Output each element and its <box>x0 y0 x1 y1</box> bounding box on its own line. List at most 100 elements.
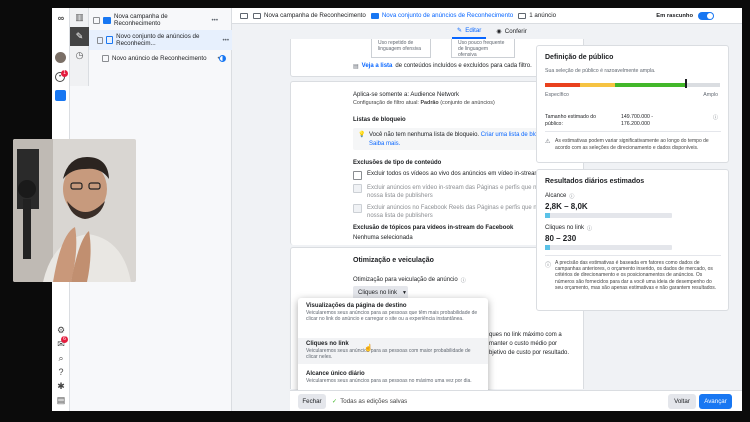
close-button[interactable]: Fechar <box>298 394 326 409</box>
select-value: Cliques no link <box>358 290 398 296</box>
checkbox[interactable] <box>97 36 104 44</box>
warning-icon: ⚠ <box>545 139 551 145</box>
tree-item-ad[interactable]: Novo anúncio de Reconhecimento ••• <box>89 48 232 68</box>
filter-option-text: Uso repetido de linguagem ofensiva <box>371 39 431 58</box>
breadcrumb: Nova campanha de Reconhecimento Nova con… <box>232 8 742 24</box>
checkbox[interactable] <box>102 54 109 62</box>
draft-status: Em rascunho <box>656 11 742 20</box>
chart-icon[interactable]: ▥ <box>70 8 89 27</box>
tab-edit[interactable]: ✎ Editar <box>452 24 487 39</box>
reach-label: Alcance <box>545 193 567 199</box>
filter-option-text: Uso pouco frequente de linguagem ofensiv… <box>451 39 515 58</box>
learn-more-link[interactable]: Saiba mais. <box>369 141 400 147</box>
info-icon[interactable]: ⓘ <box>569 193 574 200</box>
breadcrumb-label: Nova conjunto de anúncios de Reconhecime… <box>381 12 514 19</box>
bug-report-icon[interactable]: ✱ <box>55 380 67 392</box>
audience-subtitle: Sua seleção de público é razoavelmente a… <box>545 68 656 74</box>
tree-item-campaign[interactable]: Nova campanha de Reconhecimento ••• <box>89 10 232 30</box>
back-button[interactable]: Voltar <box>668 394 696 409</box>
divider <box>545 255 721 256</box>
opt-label: Otimização para veiculação de anúncio <box>353 277 458 283</box>
option-description: Veicularemos seus anúncios para as pesso… <box>306 378 472 384</box>
edit-pencil-icon[interactable]: ✎ <box>70 27 89 46</box>
search-icon[interactable]: ⌕ <box>55 352 67 364</box>
save-status-text: Todas as edições salvas <box>340 398 408 405</box>
dropdown-option[interactable]: Visualizações da página de destino Veicu… <box>298 300 488 334</box>
draft-toggle[interactable] <box>698 11 714 20</box>
adset-icon <box>106 36 114 44</box>
gauge-segment <box>615 83 685 87</box>
info-icon: ⓘ <box>545 263 552 269</box>
checkbox-disabled <box>353 184 362 193</box>
status-half-icon <box>219 54 226 62</box>
exclusions-title: Exclusões de tipo de conteúdo <box>353 160 442 166</box>
presenter-video <box>13 139 136 282</box>
optimization-dropdown: Visualizações da página de destino Veicu… <box>298 298 488 401</box>
info-icon[interactable]: ⓘ <box>587 225 592 232</box>
section-title: Otimização e veiculação <box>353 257 434 264</box>
lightbulb-icon: 💡 <box>358 132 366 138</box>
size-label: Tamanho estimado do público: <box>545 114 597 127</box>
opt-label-row: Otimização para veiculação de anúncio ⓘ <box>353 277 466 284</box>
adset-icon <box>370 12 379 19</box>
folder-icon <box>253 12 261 19</box>
card-title: Definição de público <box>545 54 614 61</box>
gauge-segment <box>580 83 615 87</box>
help-icon[interactable]: ? <box>55 366 67 378</box>
meta-logo-icon[interactable]: ∞ <box>55 12 67 24</box>
breadcrumb-ad[interactable]: 1 anúncio <box>518 12 556 19</box>
more-icon[interactable]: ••• <box>223 37 230 44</box>
alerts-badge: 6 <box>61 336 68 343</box>
breadcrumb-label: Nova campanha de Reconhecimento <box>264 12 366 19</box>
pencil-icon: ✎ <box>457 27 463 34</box>
next-button[interactable]: Avançar <box>699 394 732 409</box>
option-title: Cliques no link <box>306 341 349 347</box>
dropdown-option-selected[interactable]: Cliques no link Veicularemos seus anúnci… <box>298 338 488 364</box>
audience-gauge <box>545 83 720 87</box>
pages-icon[interactable]: ▤ <box>55 394 67 406</box>
see-list-row: ▤ Veja a lista de conteúdos incluídos e … <box>353 63 532 70</box>
checkbox[interactable] <box>93 16 100 24</box>
audience-note: As estimativas podem variar significativ… <box>555 138 709 151</box>
gauge-label-right: Amplo <box>703 92 718 98</box>
folder-icon <box>102 16 111 24</box>
applies-to-text: Aplica-se somente a: Audience Network <box>353 92 460 98</box>
settings-icon[interactable]: ⚙ <box>55 324 67 336</box>
daily-results-card: Resultados diários estimados Alcance ⓘ 2,… <box>536 169 729 311</box>
tab-label: Conferir <box>504 28 527 35</box>
info-icon[interactable]: ⓘ <box>461 277 466 284</box>
clicks-value: 80 – 230 <box>545 234 577 243</box>
grid-menu-icon[interactable] <box>55 90 66 101</box>
reach-value: 2,8K – 8,0K <box>545 202 588 211</box>
document-icon: ▤ <box>353 64 359 70</box>
see-list-link[interactable]: Veja a lista <box>362 63 393 70</box>
checkbox[interactable] <box>353 171 362 180</box>
divider <box>545 131 721 132</box>
tab-review[interactable]: ◉ Conferir <box>491 24 531 39</box>
sidebar-toggle-icon[interactable] <box>240 12 248 19</box>
topics-title: Exclusão de tópicos para vídeos in-strea… <box>353 225 514 231</box>
reach-bar <box>545 213 672 218</box>
gauge-segment <box>685 83 720 87</box>
eye-icon: ◉ <box>496 28 502 35</box>
account-avatar[interactable] <box>55 52 66 63</box>
checkbox-disabled <box>353 204 362 213</box>
check-icon: ✓ <box>332 398 338 405</box>
info-icon[interactable]: ⓘ <box>713 114 718 121</box>
tree-item-label: Novo anúncio de Reconhecimento <box>112 54 207 62</box>
tree-item-adset[interactable]: Novo conjunto de anúncios de Reconhecim.… <box>89 30 232 50</box>
ad-icon <box>518 12 527 19</box>
edit-tabs: ✎ Editar ◉ Conferir <box>452 24 532 39</box>
more-icon[interactable]: ••• <box>212 17 219 24</box>
option-description: Veicularemos seus anúncios para as pesso… <box>306 348 471 360</box>
size-value: 149.700.000 - 176.200.000 <box>621 114 654 127</box>
breadcrumb-campaign[interactable]: Nova campanha de Reconhecimento <box>253 12 366 19</box>
tree-item-label: Novo conjunto de anúncios de Reconhecim.… <box>116 33 200 47</box>
reach-bar-fill <box>545 213 551 218</box>
clicks-bar-fill <box>545 245 551 250</box>
blocklists-title: Listas de bloqueio <box>353 117 406 123</box>
breadcrumb-adset[interactable]: Nova conjunto de anúncios de Reconhecime… <box>370 12 514 19</box>
daily-note: A precisão das estimativas é baseada em … <box>555 260 717 291</box>
footer-bar: Fechar ✓ Todas as edições salvas Voltar A… <box>290 390 742 411</box>
history-icon[interactable]: ◷ <box>70 46 89 65</box>
